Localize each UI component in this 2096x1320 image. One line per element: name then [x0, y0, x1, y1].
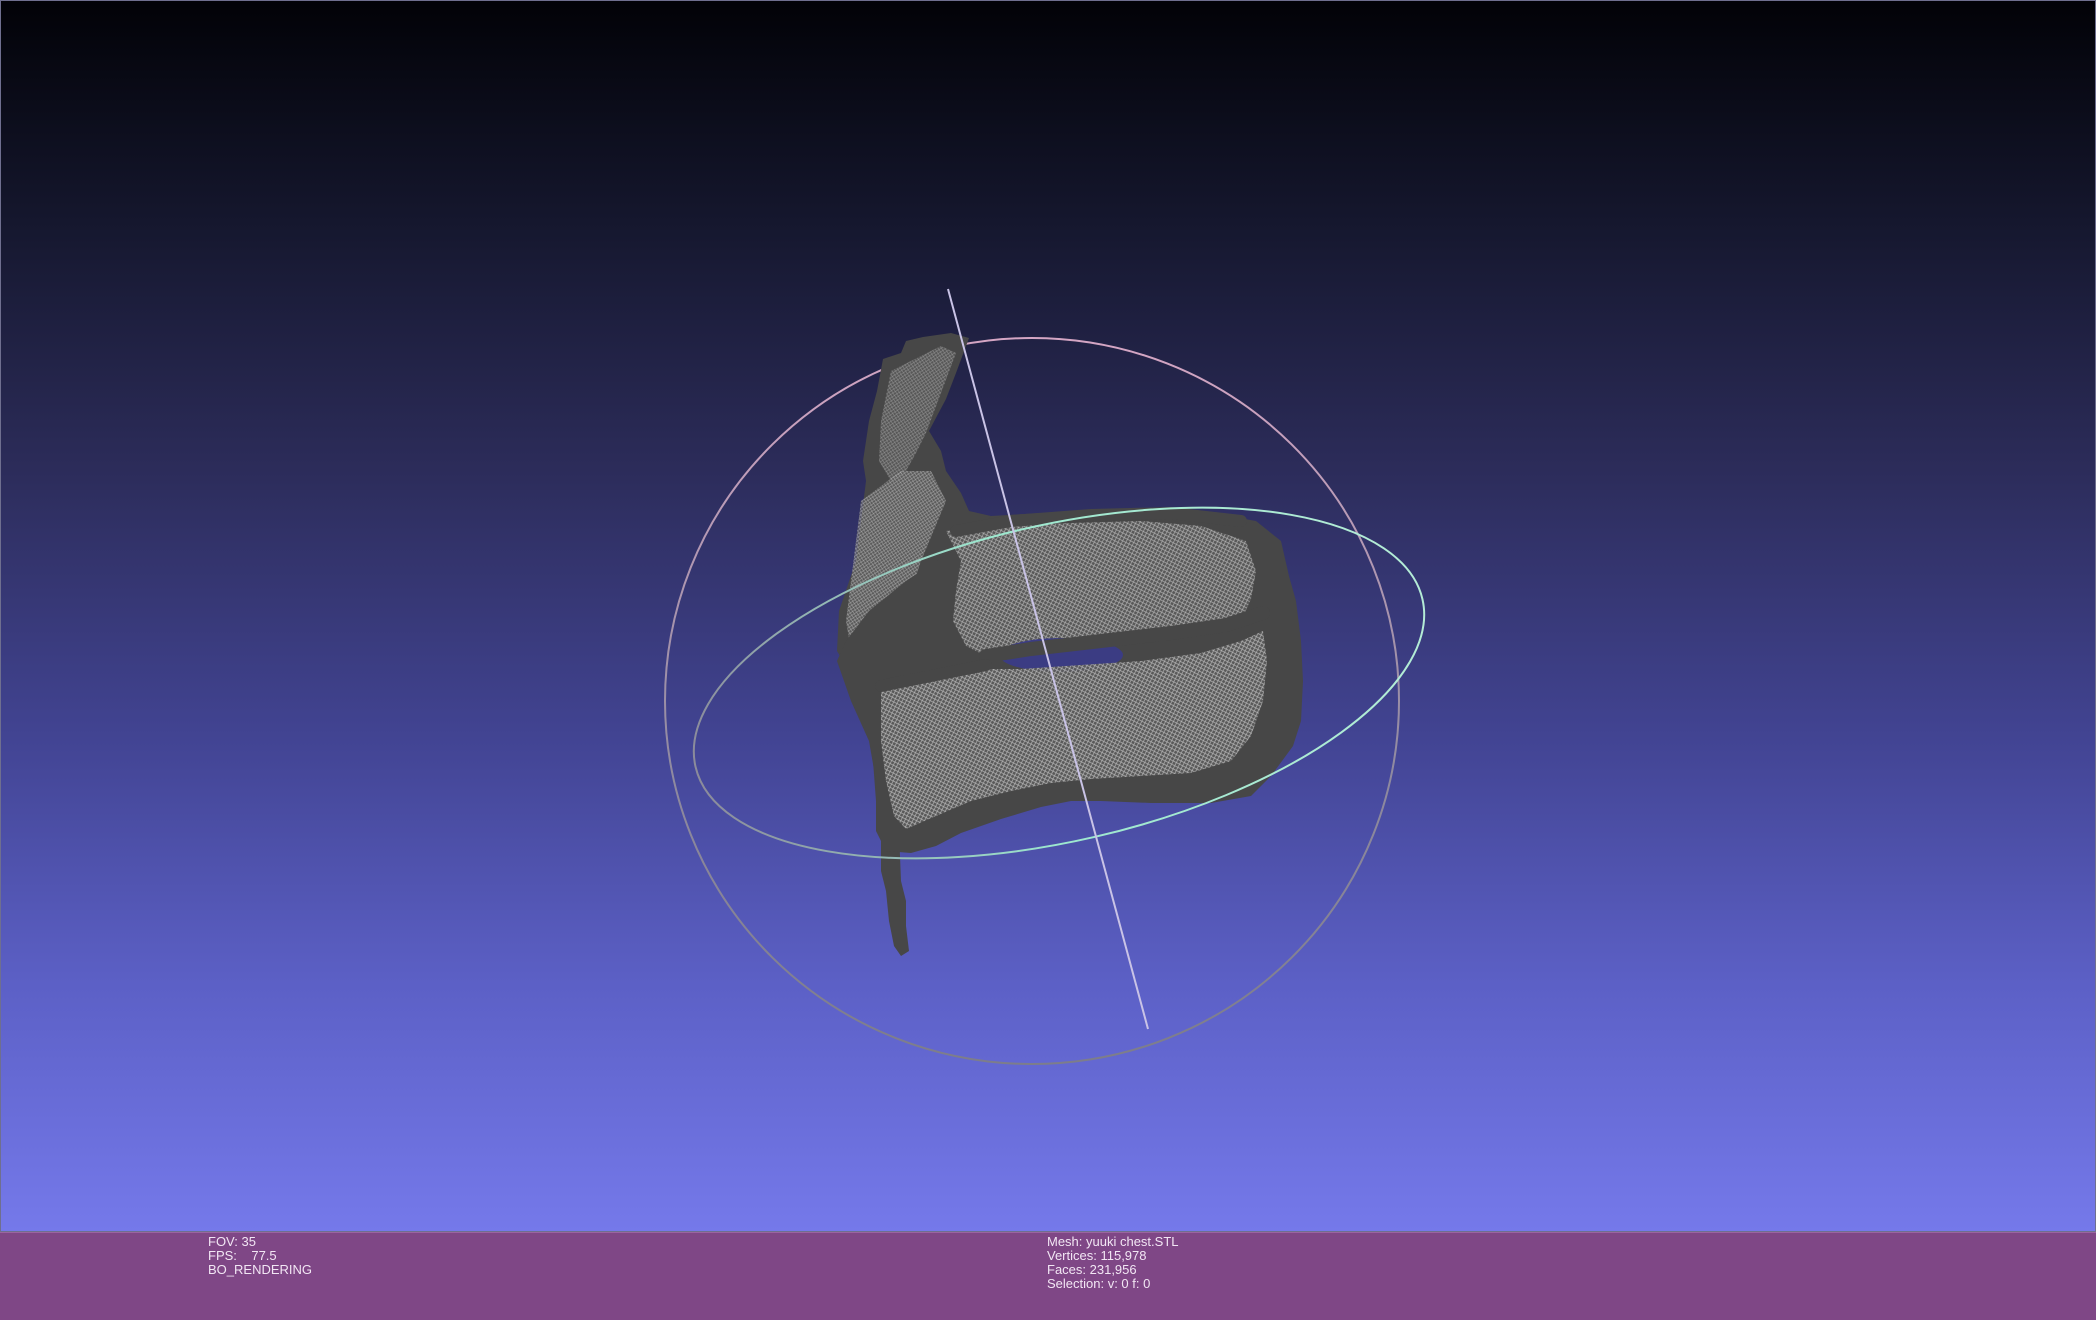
fov-readout: FOV: 35 [208, 1234, 256, 1249]
info-bar: FOV: 35 FPS: 77.5 BO_RENDERING Mesh: yuu… [0, 1232, 2096, 1320]
render-info: FOV: 35 FPS: 77.5 BO_RENDERING [208, 1235, 312, 1277]
3d-viewport[interactable] [0, 0, 2096, 1232]
mesh-name-readout: Mesh: yuuki chest.STL [1047, 1234, 1179, 1249]
render-mode-readout: BO_RENDERING [208, 1262, 313, 1277]
mesh-model [837, 333, 1303, 956]
faces-readout: Faces: 231,956 [1047, 1262, 1137, 1277]
fps-readout: FPS: 77.5 [208, 1248, 277, 1263]
selection-readout: Selection: v: 0 f: 0 [1047, 1276, 1151, 1291]
mesh-scene[interactable] [1, 1, 2096, 1233]
vertices-readout: Vertices: 115,978 [1047, 1248, 1147, 1263]
mesh-info: Mesh: yuuki chest.STL Vertices: 115,978 … [1047, 1235, 1179, 1291]
